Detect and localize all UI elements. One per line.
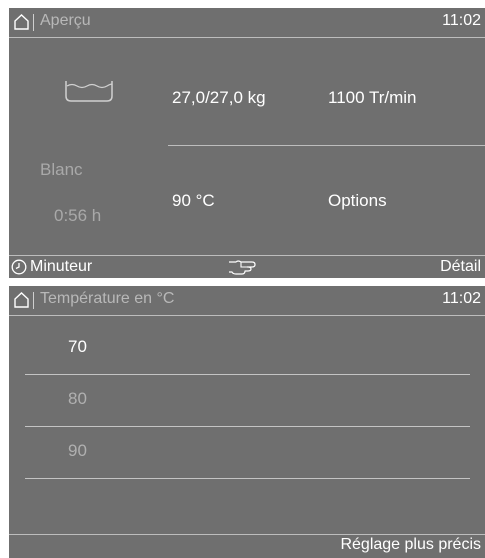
duration-value: 0:56 h [54,206,102,225]
overview-header: Aperçu 11:02 [9,8,485,37]
page-title: Température en °C [40,290,175,307]
footer-rule [9,534,485,535]
header-rule [9,37,485,38]
overview-screen: Aperçu 11:02 27,0/27,0 kg 1100 Tr/min Bl… [9,8,485,278]
home-icon[interactable] [14,292,29,308]
basin-icon [65,81,113,102]
header-divider [33,292,34,309]
temperature-option-label: 90 [68,441,87,460]
clock-icon [11,259,27,275]
temperature-option[interactable]: 90 [25,427,470,479]
pointing-hand-icon [229,260,256,275]
home-icon[interactable] [14,14,29,30]
clock-time: 11:02 [442,290,481,307]
header-divider [33,14,34,31]
spin-speed-value[interactable]: 1100 Tr/min [328,88,417,108]
load-value[interactable]: 27,0/27,0 kg [172,88,266,108]
page-title: Aperçu [40,12,91,29]
detail-button[interactable]: Détail [440,258,481,276]
temperature-option[interactable]: 70 [25,323,470,375]
options-button[interactable]: Options [328,191,387,211]
overview-footer: Minuteur Détail [9,256,485,278]
clock-time: 11:02 [442,12,481,29]
temperature-header: Température en °C 11:02 [9,286,485,315]
list-divider [25,478,470,479]
fine-adjust-button[interactable]: Réglage plus précis [340,536,481,554]
middle-rule [168,145,485,146]
temperature-screen: Température en °C 11:02 70 80 90 Réglage… [9,286,485,558]
temperature-option-label: 80 [68,389,87,408]
temperature-option[interactable]: 80 [25,375,470,427]
header-rule [9,315,485,316]
temperature-option-label: 70 [68,337,87,356]
program-name: Blanc [40,160,83,179]
temperature-value[interactable]: 90 °C [172,191,215,211]
timer-button[interactable]: Minuteur [30,258,92,276]
